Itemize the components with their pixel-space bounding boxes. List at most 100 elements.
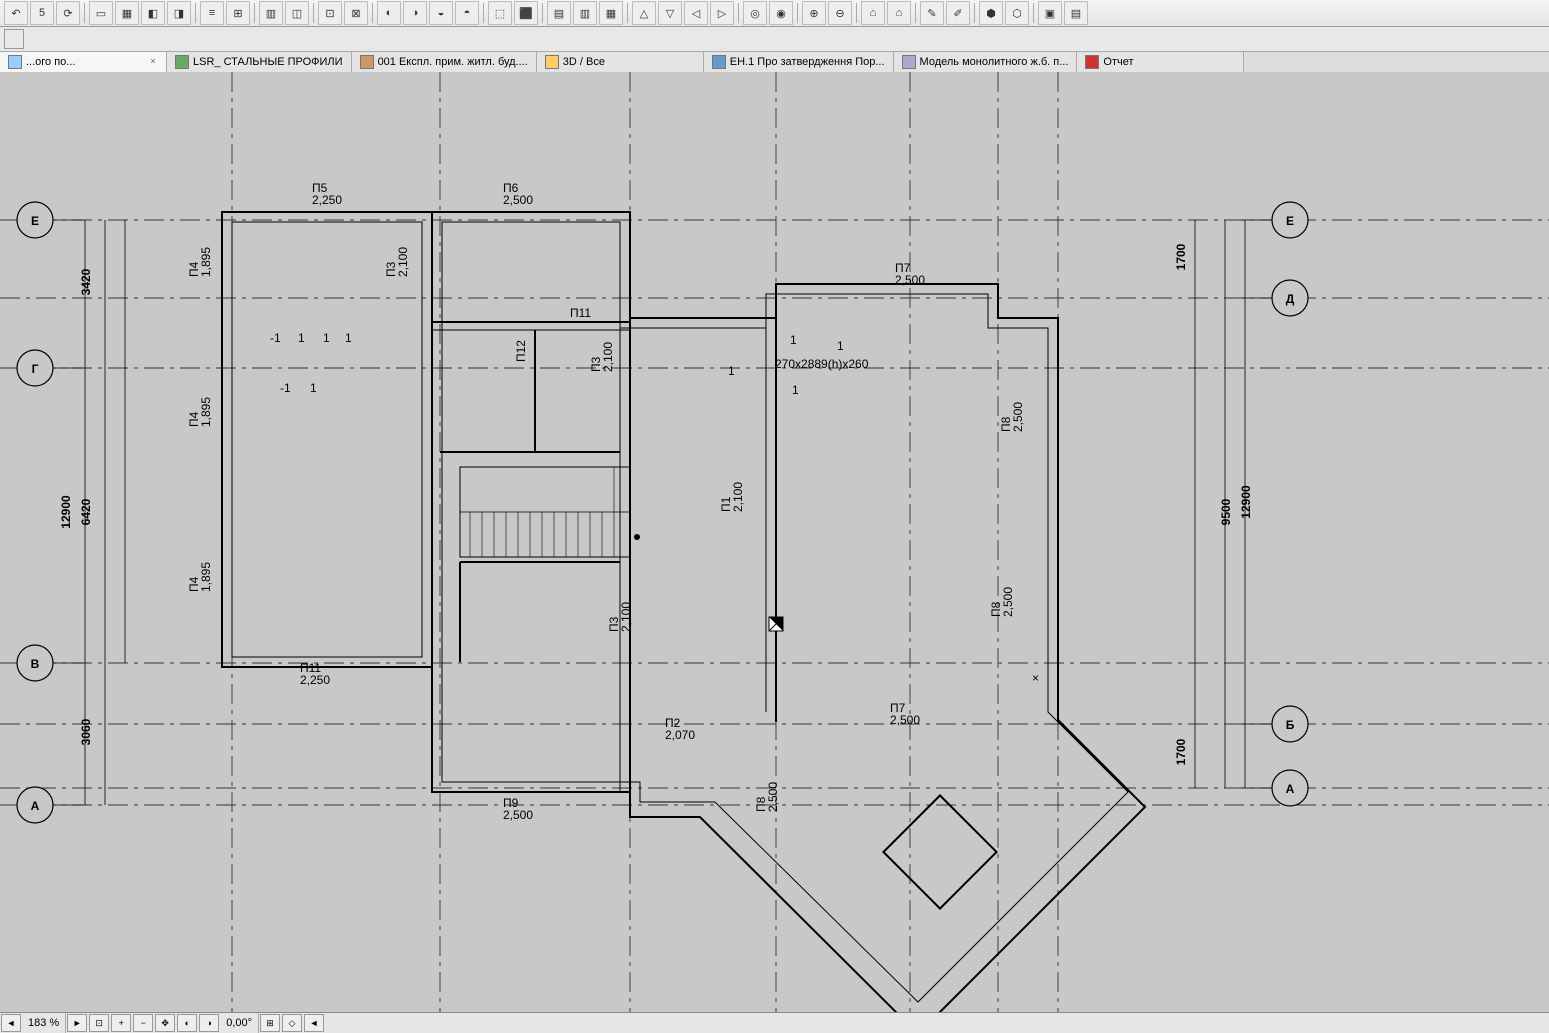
tab-label: LSR_ СТАЛЬНЫЕ ПРОФИЛИ bbox=[193, 52, 343, 72]
toolbar-button[interactable]: ◫ bbox=[285, 1, 309, 25]
zoom-out-icon[interactable]: − bbox=[133, 1014, 153, 1032]
toolbar-button[interactable]: ◑ bbox=[403, 1, 427, 25]
tab-icon bbox=[902, 55, 916, 69]
toolbar-button[interactable]: ◉ bbox=[769, 1, 793, 25]
toolbar-button[interactable]: ⬡ bbox=[1005, 1, 1029, 25]
zoom-value[interactable]: 183 % bbox=[22, 1013, 66, 1033]
svg-text:Е: Е bbox=[31, 214, 39, 228]
tab-label: 001 Експл. прим. житл. буд.... bbox=[378, 52, 528, 72]
toolbar-button[interactable]: 5 bbox=[30, 1, 54, 25]
document-tab[interactable]: LSR_ СТАЛЬНЫЕ ПРОФИЛИ bbox=[167, 52, 352, 72]
floorplan-svg: ЕГВА ЕДБА 34206420306012900 170017009500… bbox=[0, 72, 1549, 1012]
axis-bubble: В bbox=[17, 645, 83, 681]
lintel-dim: 2,500 bbox=[1011, 402, 1025, 432]
axis-bubble: Д bbox=[1242, 280, 1308, 316]
tab-icon bbox=[8, 55, 22, 69]
tool-b-icon[interactable]: ◑ bbox=[199, 1014, 219, 1032]
lintel-dim: 2,100 bbox=[601, 342, 615, 372]
elevation-mark: 1 bbox=[345, 331, 352, 345]
dimension-text: 1700 bbox=[1174, 738, 1188, 765]
ortho-icon[interactable]: ◇ bbox=[282, 1014, 302, 1032]
lintel-dim: 2,250 bbox=[312, 193, 342, 207]
toolbar-button[interactable]: ⊖ bbox=[828, 1, 852, 25]
toolbar-button[interactable]: ⌂ bbox=[887, 1, 911, 25]
toolbar-button[interactable]: ▭ bbox=[89, 1, 113, 25]
toolbar-button[interactable]: ▥ bbox=[573, 1, 597, 25]
document-tabs: ...ого по...× LSR_ СТАЛЬНЫЕ ПРОФИЛИ 001 Ек… bbox=[0, 52, 1549, 73]
pan-icon[interactable]: ✥ bbox=[155, 1014, 175, 1032]
elevation-mark: 1 bbox=[728, 364, 735, 378]
document-tab[interactable]: Модель монолитного ж.б. п... bbox=[894, 52, 1078, 72]
toolbar-button[interactable]: ⬛ bbox=[514, 1, 538, 25]
svg-text:В: В bbox=[31, 657, 40, 671]
toolbar-button[interactable]: ▷ bbox=[710, 1, 734, 25]
zoom-in-icon[interactable]: + bbox=[111, 1014, 131, 1032]
toolbar-button[interactable]: ▤ bbox=[547, 1, 571, 25]
toolbar-button[interactable]: ▦ bbox=[115, 1, 139, 25]
elevation-mark: -1 bbox=[280, 381, 291, 395]
tab-label: 3D / Все bbox=[563, 52, 605, 72]
arrow-icon[interactable]: ◄ bbox=[304, 1014, 324, 1032]
elevation-mark: 1 bbox=[298, 331, 305, 345]
tab-label: Отчет bbox=[1103, 52, 1133, 72]
scroll-left-icon[interactable]: ◄ bbox=[1, 1014, 21, 1032]
tab-icon bbox=[712, 55, 726, 69]
dimension-text: 6420 bbox=[79, 498, 93, 525]
toolbar-button[interactable]: ◧ bbox=[141, 1, 165, 25]
toolbar-button[interactable]: △ bbox=[632, 1, 656, 25]
toolbar-button[interactable]: ◐ bbox=[377, 1, 401, 25]
document-tab[interactable]: ...ого по...× bbox=[0, 52, 167, 72]
toolbar-button[interactable]: ⌂ bbox=[861, 1, 885, 25]
toolbar-button[interactable]: ⊕ bbox=[802, 1, 826, 25]
snap-icon[interactable]: ⊞ bbox=[260, 1014, 280, 1032]
staircase bbox=[460, 467, 640, 557]
toolbar-button[interactable]: ⬢ bbox=[979, 1, 1003, 25]
scroll-right-icon[interactable]: ► bbox=[67, 1014, 87, 1032]
document-tab[interactable]: ЕН.1 Про затвердження Пор... bbox=[704, 52, 894, 72]
toolbar-button[interactable]: ⬚ bbox=[488, 1, 512, 25]
drawing-viewport[interactable]: ЕГВА ЕДБА 34206420306012900 170017009500… bbox=[0, 72, 1549, 1013]
toolbar-button[interactable]: ◎ bbox=[743, 1, 767, 25]
tab-close-icon[interactable]: × bbox=[148, 57, 158, 67]
elevation-mark: 1 bbox=[837, 339, 844, 353]
tab-icon bbox=[175, 55, 189, 69]
lintel-dim: 2,100 bbox=[731, 482, 745, 512]
toolbar-button[interactable]: ≡ bbox=[200, 1, 224, 25]
toolbar-button[interactable]: ▦ bbox=[599, 1, 623, 25]
toolbar-button[interactable]: ✐ bbox=[946, 1, 970, 25]
svg-text:Д: Д bbox=[1286, 292, 1295, 306]
lintel-dim: 2,500 bbox=[503, 808, 533, 822]
tool-a-icon[interactable]: ◐ bbox=[177, 1014, 197, 1032]
toolbar-button[interactable]: ⊠ bbox=[344, 1, 368, 25]
dimension-text: 12900 bbox=[1239, 485, 1253, 519]
dimension-text: 3420 bbox=[79, 268, 93, 295]
lintel-dim: 2,250 bbox=[300, 673, 330, 687]
fit-icon[interactable]: ⊡ bbox=[89, 1014, 109, 1032]
elevation-mark: 1 bbox=[323, 331, 330, 345]
toolbar-button[interactable]: ◒ bbox=[429, 1, 453, 25]
dimension-text: 1700 bbox=[1174, 243, 1188, 270]
axis-bubble: А bbox=[1242, 770, 1308, 806]
toolbar-button[interactable]: ⊞ bbox=[226, 1, 250, 25]
toolbar-button[interactable]: ⟳ bbox=[56, 1, 80, 25]
lintel-dim: 2,500 bbox=[890, 713, 920, 727]
toolbar-button[interactable]: ▥ bbox=[259, 1, 283, 25]
svg-text:Г: Г bbox=[32, 362, 39, 376]
subtool-icon[interactable] bbox=[4, 29, 24, 49]
toolbar-button[interactable]: ◁ bbox=[684, 1, 708, 25]
axis-bubble: Б bbox=[1242, 706, 1308, 742]
toolbar-button[interactable]: ▽ bbox=[658, 1, 682, 25]
toolbar-button[interactable]: ⊡ bbox=[318, 1, 342, 25]
toolbar-button[interactable]: ✎ bbox=[920, 1, 944, 25]
toolbar-button[interactable]: ▣ bbox=[1038, 1, 1062, 25]
dimension-note: 270x2889(h)x260 bbox=[775, 357, 869, 371]
toolbar-button[interactable]: ↶ bbox=[4, 1, 28, 25]
toolbar-button[interactable]: ◓ bbox=[455, 1, 479, 25]
document-tab[interactable]: 3D / Все bbox=[537, 52, 704, 72]
tab-icon bbox=[1085, 55, 1099, 69]
toolbar-button[interactable]: ◨ bbox=[167, 1, 191, 25]
document-tab[interactable]: 001 Експл. прим. житл. буд.... bbox=[352, 52, 537, 72]
lintel-dim: 2,500 bbox=[1001, 587, 1015, 617]
toolbar-button[interactable]: ▤ bbox=[1064, 1, 1088, 25]
document-tab[interactable]: Отчет bbox=[1077, 52, 1244, 72]
